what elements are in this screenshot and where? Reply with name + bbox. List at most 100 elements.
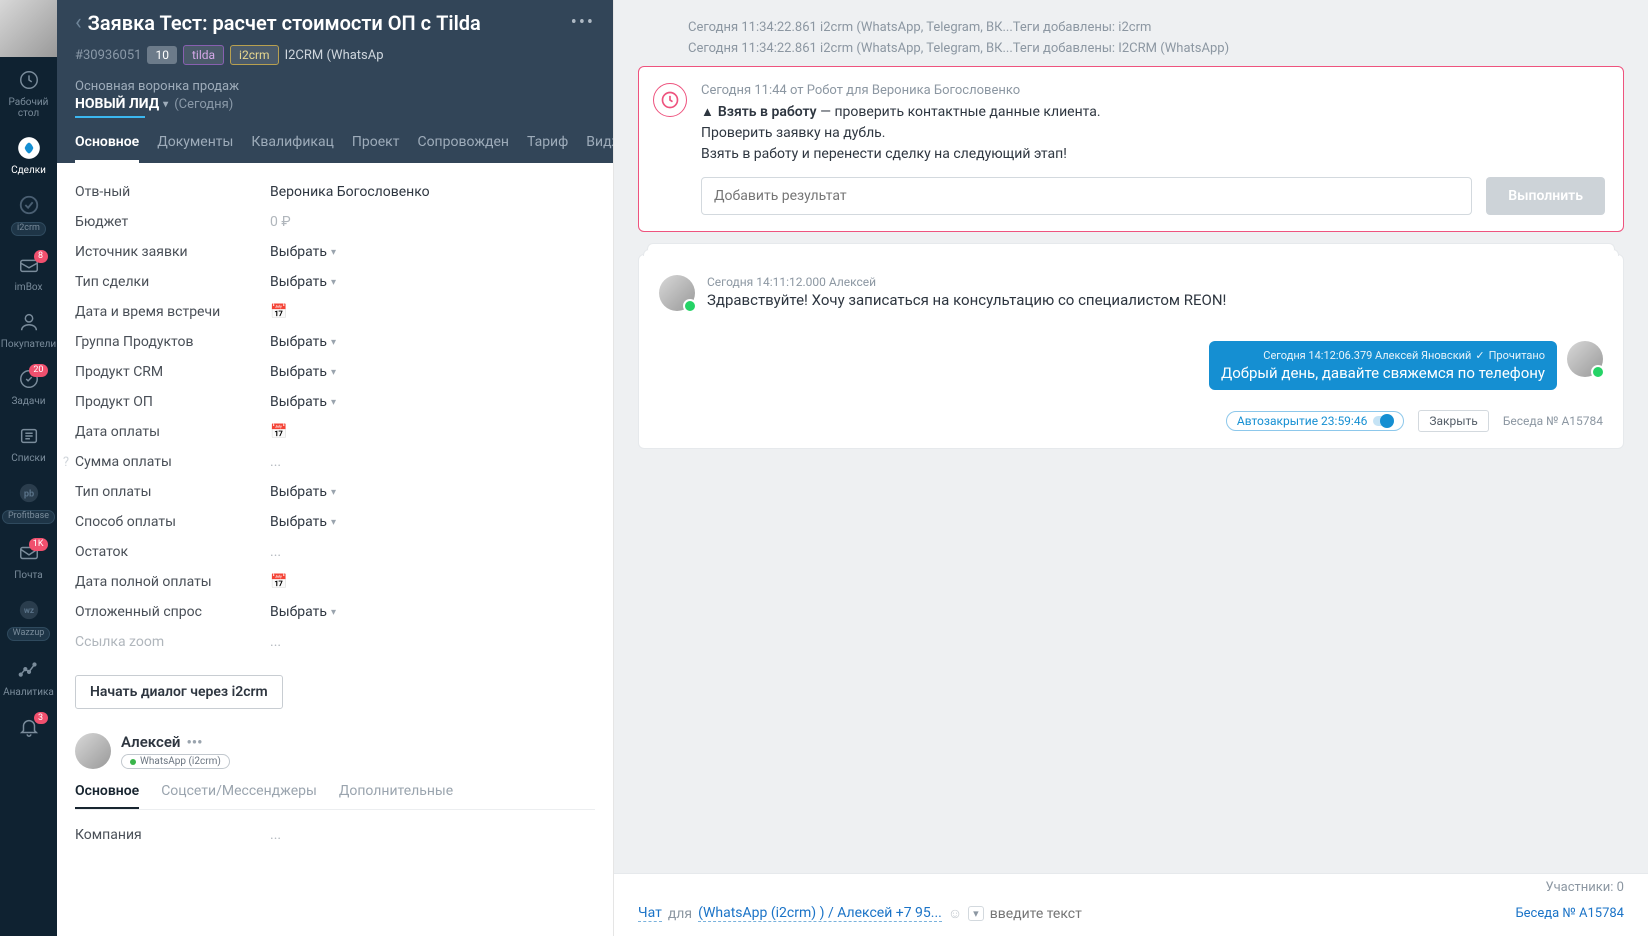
sidebar-item-notifications[interactable]: 3 bbox=[0, 704, 57, 746]
autoclose-toggle[interactable]: Автозакрытие 23:59:46 bbox=[1226, 411, 1404, 431]
tab-main[interactable]: Основное bbox=[75, 134, 139, 163]
timeline-entry: Сегодня 11:34:22.861 i2crm (WhatsApp, Te… bbox=[688, 20, 1624, 35]
field-label: Дата и время встречи bbox=[75, 304, 270, 320]
tab-documents[interactable]: Документы bbox=[157, 134, 233, 163]
rest-value[interactable]: ... bbox=[270, 544, 595, 560]
fullpay-input[interactable]: 📅 bbox=[270, 574, 595, 590]
sidebar-item-buyers[interactable]: Покупатели bbox=[0, 299, 57, 356]
chat-close-button[interactable]: Закрыть bbox=[1418, 410, 1488, 432]
deal-title[interactable]: Заявка Тест: расчет стоимости ОП с Tilda bbox=[88, 11, 571, 35]
start-dialog-button[interactable]: Начать диалог через i2crm bbox=[75, 675, 283, 709]
help-icon[interactable]: ? bbox=[57, 455, 75, 470]
company-value[interactable]: ... bbox=[270, 827, 595, 843]
stage-date: (Сегодня) bbox=[174, 97, 233, 112]
contact-avatar[interactable] bbox=[75, 733, 111, 769]
chevron-down-icon: ▾ bbox=[331, 337, 336, 348]
chat-card: Сегодня 14:11:12.000 Алексей Здравствуйт… bbox=[638, 254, 1624, 449]
conversation-id-link[interactable]: Беседа № A15784 bbox=[1515, 906, 1624, 921]
task-complete-button[interactable]: Выполнить bbox=[1486, 177, 1605, 215]
stage-selector[interactable]: НОВЫЙ ЛИД ▾ bbox=[75, 96, 168, 112]
i2crm-icon bbox=[16, 192, 42, 218]
sidebar-label: Почта bbox=[14, 570, 42, 581]
responsible-value[interactable]: Вероника Богословенко bbox=[270, 184, 595, 200]
whatsapp-badge-icon bbox=[683, 299, 697, 313]
contact-tab-social[interactable]: Соцсети/Мессенджеры bbox=[161, 783, 317, 809]
sidebar-item-lists[interactable]: Списки bbox=[0, 413, 57, 470]
paydate-input[interactable]: 📅 bbox=[270, 424, 595, 440]
tasks-icon: 20 bbox=[16, 366, 42, 392]
dealtype-select[interactable]: Выбрать▾ bbox=[270, 274, 595, 290]
task-header: Сегодня 11:44 от Робот для Вероника Бого… bbox=[701, 83, 1605, 98]
sidebar-item-desktop[interactable]: Рабочий стол bbox=[0, 57, 57, 125]
paymethod-select[interactable]: Выбрать▾ bbox=[270, 514, 595, 530]
emoji-button[interactable]: ☺ bbox=[948, 905, 962, 922]
task-body: ▲Взять в работу — проверить контактные д… bbox=[701, 102, 1605, 165]
deferred-select[interactable]: Выбрать▾ bbox=[270, 604, 595, 620]
field-label: Бюджет bbox=[75, 214, 270, 230]
contact-name[interactable]: Алексей bbox=[121, 733, 180, 751]
deal-tabs: Основное Документы Квалификац Проект Соп… bbox=[75, 134, 595, 163]
zoom-value[interactable]: ... bbox=[270, 634, 595, 650]
paytype-select[interactable]: Выбрать▾ bbox=[270, 484, 595, 500]
chat-mode-link[interactable]: Чат bbox=[638, 905, 662, 922]
tab-tariff[interactable]: Тариф bbox=[527, 134, 568, 163]
chat-input-footer: Участники: 0 Чат для (WhatsApp (i2crm) )… bbox=[614, 873, 1648, 936]
tab-qualification[interactable]: Квалификац bbox=[251, 134, 334, 163]
contact-tab-main[interactable]: Основное bbox=[75, 783, 139, 809]
contact-menu[interactable]: ••• bbox=[186, 733, 202, 751]
crm-select[interactable]: Выбрать▾ bbox=[270, 364, 595, 380]
paysum-value[interactable]: ... bbox=[270, 454, 595, 470]
sidebar-item-wazzup[interactable]: wz Wazzup bbox=[0, 587, 57, 647]
deal-menu-button[interactable]: ••• bbox=[571, 12, 595, 33]
chevron-down-icon: ▾ bbox=[331, 517, 336, 528]
op-select[interactable]: Выбрать▾ bbox=[270, 394, 595, 410]
sidebar-label: Рабочий стол bbox=[0, 97, 57, 119]
sidebar-item-imbox[interactable]: 8 imBox bbox=[0, 242, 57, 299]
template-dropdown[interactable]: ▾ bbox=[968, 906, 984, 921]
contact-card: Алексей ••• WhatsApp (i2crm) bbox=[75, 733, 595, 769]
tab-widgets[interactable]: Виджеты bbox=[586, 134, 614, 163]
tag-i2crm[interactable]: i2crm bbox=[230, 45, 279, 65]
chevron-down-icon: ▾ bbox=[331, 277, 336, 288]
budget-value[interactable]: 0 ₽ bbox=[270, 214, 595, 230]
sidebar-item-i2crm[interactable]: i2crm bbox=[0, 182, 57, 242]
field-label: Способ оплаты bbox=[75, 514, 270, 530]
wazzup-icon: wz bbox=[16, 597, 42, 623]
back-button[interactable]: ‹ bbox=[75, 10, 82, 35]
tab-project[interactable]: Проект bbox=[352, 134, 400, 163]
chat-text-input[interactable] bbox=[990, 906, 1510, 922]
contact-tab-extra[interactable]: Дополнительные bbox=[339, 783, 453, 809]
channel-link[interactable]: (WhatsApp (i2crm) ) / Алексей +7 95... bbox=[698, 905, 942, 922]
warning-icon: ▲ bbox=[701, 105, 714, 120]
timeline-entry: Сегодня 11:34:22.861 i2crm (WhatsApp, Te… bbox=[688, 41, 1624, 56]
field-label: Тип оплаты bbox=[75, 484, 270, 500]
main-sidebar: Рабочий стол Сделки i2crm 8 imBox Покупа… bbox=[0, 0, 57, 936]
pipeline-label: Основная воронка продаж bbox=[75, 79, 595, 94]
source-select[interactable]: Выбрать▾ bbox=[270, 244, 595, 260]
sidebar-item-deals[interactable]: Сделки bbox=[0, 125, 57, 182]
sidebar-label: Списки bbox=[11, 453, 45, 464]
sidebar-label: imBox bbox=[15, 282, 43, 293]
profitbase-icon: pb bbox=[16, 480, 42, 506]
sidebar-item-profitbase[interactable]: pb Profitbase bbox=[0, 470, 57, 530]
user-avatar[interactable] bbox=[0, 0, 57, 57]
task-result-input[interactable] bbox=[701, 177, 1472, 215]
message-header: Сегодня 14:12:06.379 Алексей Яновский ✓ … bbox=[1221, 349, 1545, 362]
group-select[interactable]: Выбрать▾ bbox=[270, 334, 595, 350]
meeting-date-input[interactable]: 📅 bbox=[270, 304, 595, 320]
tag-number[interactable]: 10 bbox=[147, 46, 177, 64]
participants-count[interactable]: Участники: 0 bbox=[614, 874, 1648, 899]
badge: 20 bbox=[29, 364, 47, 377]
tag-tilda[interactable]: tilda bbox=[183, 45, 224, 65]
contact-channel-tag[interactable]: WhatsApp (i2crm) bbox=[121, 754, 230, 769]
sidebar-item-tasks[interactable]: 20 Задачи bbox=[0, 356, 57, 413]
field-label: Остаток bbox=[75, 544, 270, 560]
sidebar-item-analytics[interactable]: Аналитика bbox=[0, 647, 57, 704]
message-avatar bbox=[1567, 341, 1603, 377]
sidebar-item-mail[interactable]: 1K Почта bbox=[0, 530, 57, 587]
status-dot-icon bbox=[130, 759, 136, 765]
message-avatar bbox=[659, 275, 695, 311]
deal-header: ‹ Заявка Тест: расчет стоимости ОП с Til… bbox=[57, 0, 613, 163]
tab-support[interactable]: Сопровожден bbox=[417, 134, 509, 163]
chevron-down-icon: ▾ bbox=[331, 607, 336, 618]
